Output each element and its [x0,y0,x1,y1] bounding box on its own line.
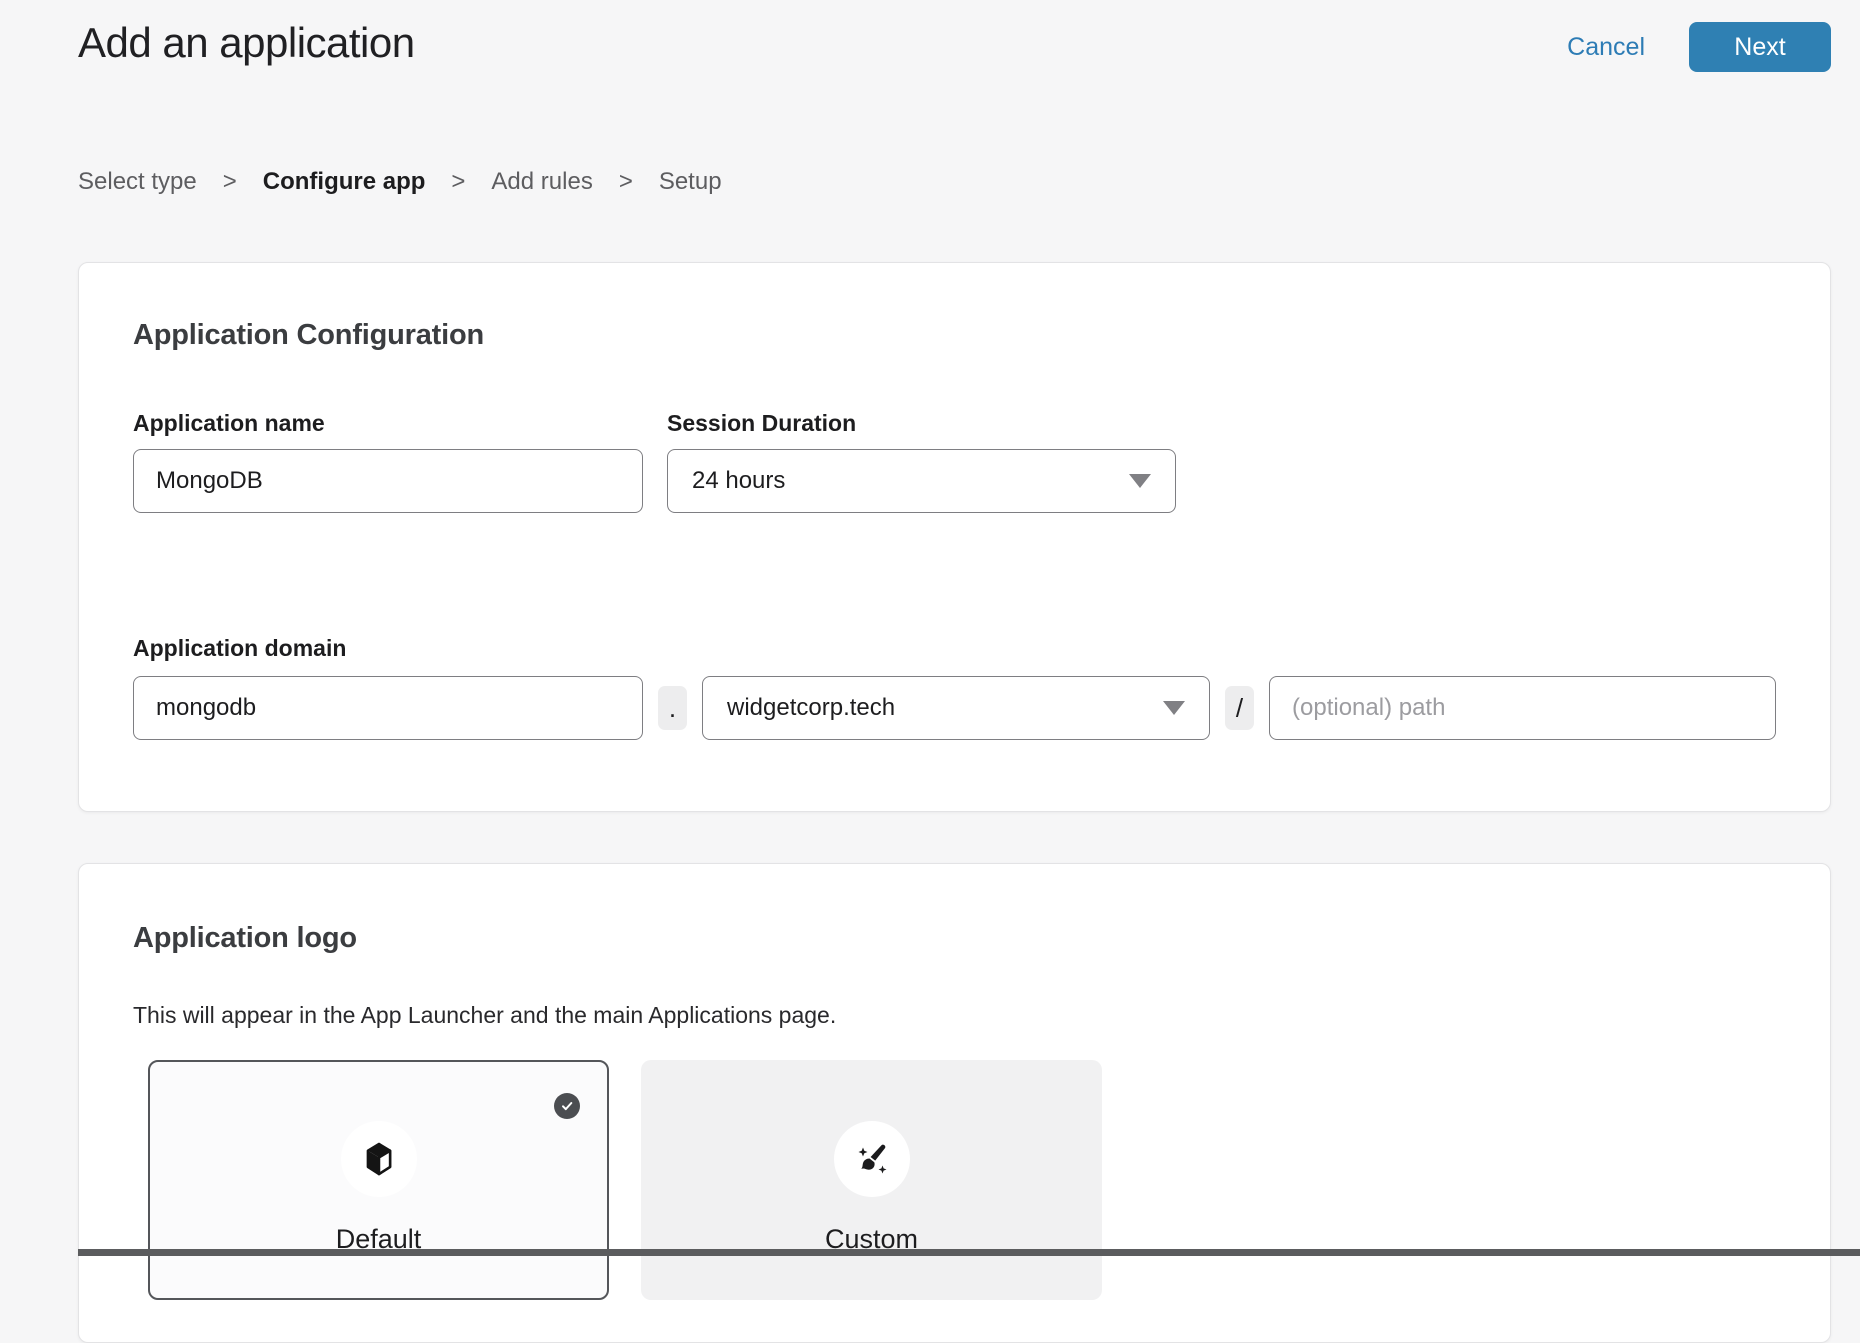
page-header: Add an application Cancel Next [78,0,1831,72]
path-input[interactable] [1269,676,1776,740]
add-application-page: Add an application Cancel Next Select ty… [0,0,1860,1256]
application-name-input[interactable] [133,449,643,513]
header-actions: Cancel Next [1567,22,1831,72]
application-configuration-title: Application Configuration [133,319,1776,352]
application-domain-label: Application domain [133,635,1776,662]
chevron-down-icon [1129,474,1151,488]
cube-icon [341,1121,417,1197]
bottom-edge-bar [78,1249,1860,1256]
breadcrumb-step-select-type[interactable]: Select type [78,168,197,196]
application-logo-card: Application logo This will appear in the… [78,863,1831,1343]
name-session-row: Application name Session Duration 24 hou… [133,410,1776,513]
next-button[interactable]: Next [1689,22,1831,72]
breadcrumb-step-add-rules[interactable]: Add rules [491,168,592,196]
application-name-label: Application name [133,410,643,437]
application-domain-row: . widgetcorp.tech / [133,676,1776,740]
application-logo-description: This will appear in the App Launcher and… [133,1002,1776,1029]
domain-select-value: widgetcorp.tech [727,694,895,722]
session-duration-label: Session Duration [667,410,1176,437]
chevron-down-icon [1163,701,1185,715]
subdomain-input[interactable] [133,676,643,740]
slash-separator: / [1225,686,1254,730]
domain-select[interactable]: widgetcorp.tech [702,676,1210,740]
logo-options: Default Custom [148,1060,1776,1300]
page-title: Add an application [78,16,415,70]
logo-option-custom[interactable]: Custom [641,1060,1102,1300]
session-duration-value: 24 hours [692,467,785,495]
breadcrumb-separator: > [619,168,633,196]
breadcrumb-step-configure-app[interactable]: Configure app [263,168,426,196]
paintbrush-icon [834,1121,910,1197]
check-icon [554,1093,580,1119]
application-logo-title: Application logo [133,922,1776,955]
application-name-field: Application name [133,410,643,513]
dot-separator: . [658,686,687,730]
application-configuration-card: Application Configuration Application na… [78,262,1831,812]
session-duration-select[interactable]: 24 hours [667,449,1176,513]
breadcrumb-separator: > [451,168,465,196]
session-duration-field: Session Duration 24 hours [667,410,1176,513]
breadcrumb-step-setup[interactable]: Setup [659,168,722,196]
cancel-button[interactable]: Cancel [1567,33,1645,62]
breadcrumb-separator: > [223,168,237,196]
breadcrumb: Select type > Configure app > Add rules … [78,168,1860,196]
logo-option-default[interactable]: Default [148,1060,609,1300]
